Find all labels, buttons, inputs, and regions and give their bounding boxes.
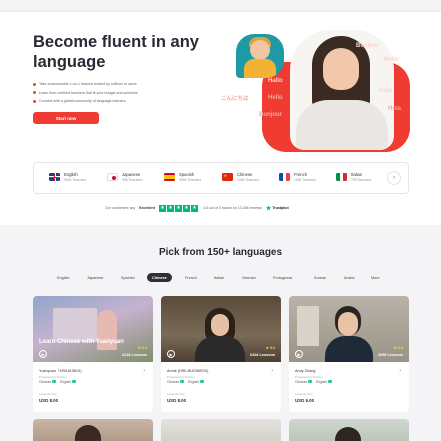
student-photo xyxy=(236,34,284,78)
greeting-word: Hola xyxy=(388,106,402,112)
bullet-dot-icon xyxy=(33,82,36,86)
teacher-name[interactable]: Andy Zhang xyxy=(295,369,315,373)
teacher-rating: ★ 5.0 xyxy=(137,346,147,350)
teacher-role: Professional Teacher xyxy=(39,375,67,379)
teacher-count: 798 Teachers xyxy=(351,177,372,182)
price-label: Lessons from xyxy=(39,392,58,396)
language-item-french[interactable]: French 1084 Teachers xyxy=(279,172,316,183)
trustpilot-star-icon: ★ xyxy=(265,205,272,212)
teacher-card[interactable]: ▶ ★ 5.0 3650 Lessons Andy Zhang › Profes… xyxy=(289,296,409,412)
lesson-count: 3650 Lessons xyxy=(378,353,403,357)
teacher-card-thumbnail[interactable] xyxy=(289,419,409,441)
chevron-right-icon[interactable]: › xyxy=(143,368,145,374)
teacher-name[interactable]: Annie (HSK,BUSINESS) xyxy=(167,369,208,373)
greeting-word: Bonjour xyxy=(259,112,282,118)
teacher-count: 1084 Teachers xyxy=(294,177,317,182)
teacher-rating: ★ 5.0 xyxy=(265,346,275,350)
play-icon[interactable]: ▶ xyxy=(295,350,303,358)
tab-more[interactable]: More xyxy=(366,273,385,282)
trust-rating-word: Excellent xyxy=(139,206,155,210)
hero-bullets: Take customizable 1-on-1 lessons trusted… xyxy=(33,80,138,106)
lesson-count: 2218 Lessons xyxy=(122,353,147,357)
hero-title: Become fluent in any language xyxy=(33,33,199,71)
france-flag-icon xyxy=(279,173,290,182)
language-item-english[interactable]: English 9064 Teachers xyxy=(49,172,86,183)
tab-english[interactable]: English xyxy=(52,273,74,282)
greeting-word: Hola xyxy=(379,88,393,94)
hero-bullet: Take customizable 1-on-1 lessons trusted… xyxy=(33,80,138,89)
teacher-languages: Chinese English xyxy=(167,380,208,384)
lesson-price: USD 8.00 xyxy=(39,398,59,403)
language-name: Japanese xyxy=(122,172,141,177)
tab-spanish[interactable]: Spanish xyxy=(116,273,140,282)
tab-italian[interactable]: Italian xyxy=(209,273,229,282)
language-item-japanese[interactable]: Japanese 968 Teachers xyxy=(107,172,142,183)
lesson-price: USD 9.00 xyxy=(295,398,315,403)
teacher-role: Professional Teacher xyxy=(167,375,195,379)
bullet-dot-icon xyxy=(33,99,36,103)
greeting-word: Hallo xyxy=(268,78,283,84)
teacher-role: Professional Teacher xyxy=(295,375,323,379)
teacher-name[interactable]: Yuanyuan（HSK&HSKK) xyxy=(39,369,82,374)
language-item-chinese[interactable]: ★ Chinese 1984 Teachers xyxy=(222,172,259,183)
price-label: Lessons from xyxy=(167,392,186,396)
level-bar-icon xyxy=(308,380,313,384)
greeting-word: こんにちは xyxy=(221,96,249,102)
tab-korean[interactable]: Korean xyxy=(309,273,331,282)
level-bar-icon xyxy=(180,380,185,384)
teacher-languages: Chinese English xyxy=(39,380,80,384)
chevron-right-icon[interactable]: › xyxy=(271,368,273,374)
teacher-languages: Chinese English xyxy=(295,380,336,384)
start-now-button[interactable]: Start now xyxy=(33,112,99,124)
price-label: Lessons from xyxy=(295,392,314,396)
tab-french[interactable]: French xyxy=(180,273,202,282)
trust-prefix: Our customers say xyxy=(105,206,136,210)
japan-flag-icon xyxy=(107,173,118,182)
teacher-count: 3996 Teachers xyxy=(179,177,202,182)
greeting-word: Bonjour xyxy=(356,43,379,49)
italy-flag-icon xyxy=(336,173,347,182)
bullet-dot-icon xyxy=(33,91,36,95)
teacher-count: 9064 Teachers xyxy=(64,177,87,182)
teacher-count: 1984 Teachers xyxy=(237,177,260,182)
tab-arabic[interactable]: Arabic xyxy=(339,273,360,282)
language-item-italian[interactable]: Italian 798 Teachers xyxy=(336,172,371,183)
play-icon[interactable]: ▶ xyxy=(39,350,47,358)
level-bar-icon xyxy=(52,380,57,384)
pick-section-title: Pick from 150+ languages xyxy=(158,247,283,258)
language-item-spanish[interactable]: Spanish 3996 Teachers xyxy=(164,172,201,183)
uk-flag-icon xyxy=(49,173,60,182)
teacher-card-thumbnail[interactable] xyxy=(33,419,153,441)
trustpilot-logo: ★ Trustpilot xyxy=(265,205,289,212)
teacher-count: 968 Teachers xyxy=(122,177,143,182)
hero-bullet: Learn from certified teachers that fit y… xyxy=(33,89,138,98)
trust-summary: 4.6 out of 5 based on 13,356 reviews xyxy=(202,206,262,210)
play-icon[interactable]: ▶ xyxy=(167,350,175,358)
trustpilot-row[interactable]: Our customers say Excellent ★ ★ ★ ★ ★ 4.6 ou… xyxy=(105,204,289,212)
top-nav-bar xyxy=(0,0,441,12)
language-strip-next-button[interactable]: › xyxy=(387,171,401,185)
spain-flag-icon xyxy=(164,173,175,182)
teacher-rating: ★ 5.0 xyxy=(393,346,403,350)
teacher-card[interactable]: Learn Chinese with Yuanyuan ▶ ★ 5.0 2218… xyxy=(33,296,153,412)
video-overlay-title: Learn Chinese with Yuanyuan xyxy=(39,339,124,345)
level-bar-icon xyxy=(199,380,204,384)
trust-stars-icon: ★ ★ ★ ★ ★ xyxy=(158,204,198,212)
teacher-card[interactable]: ▶ ★ 5.0 6404 Lessons Annie (HSK,BUSINESS… xyxy=(161,296,281,412)
tab-german[interactable]: German xyxy=(237,273,261,282)
tab-portuguese[interactable]: Portuguese xyxy=(268,273,297,282)
level-bar-icon xyxy=(71,380,76,384)
tab-chinese[interactable]: Chinese xyxy=(147,273,172,282)
lesson-count: 6404 Lessons xyxy=(250,353,275,357)
lesson-price: USD 8.00 xyxy=(167,398,187,403)
tab-japanese[interactable]: Japanese xyxy=(82,273,108,282)
teacher-card-thumbnail[interactable] xyxy=(161,419,281,441)
greeting-word: Hello xyxy=(268,95,283,101)
level-bar-icon xyxy=(327,380,332,384)
hero-bullet: Connect with a global community of langu… xyxy=(33,97,138,106)
greeting-word: Hello xyxy=(384,57,399,63)
chevron-right-icon[interactable]: › xyxy=(399,368,401,374)
china-flag-icon: ★ xyxy=(222,173,233,182)
